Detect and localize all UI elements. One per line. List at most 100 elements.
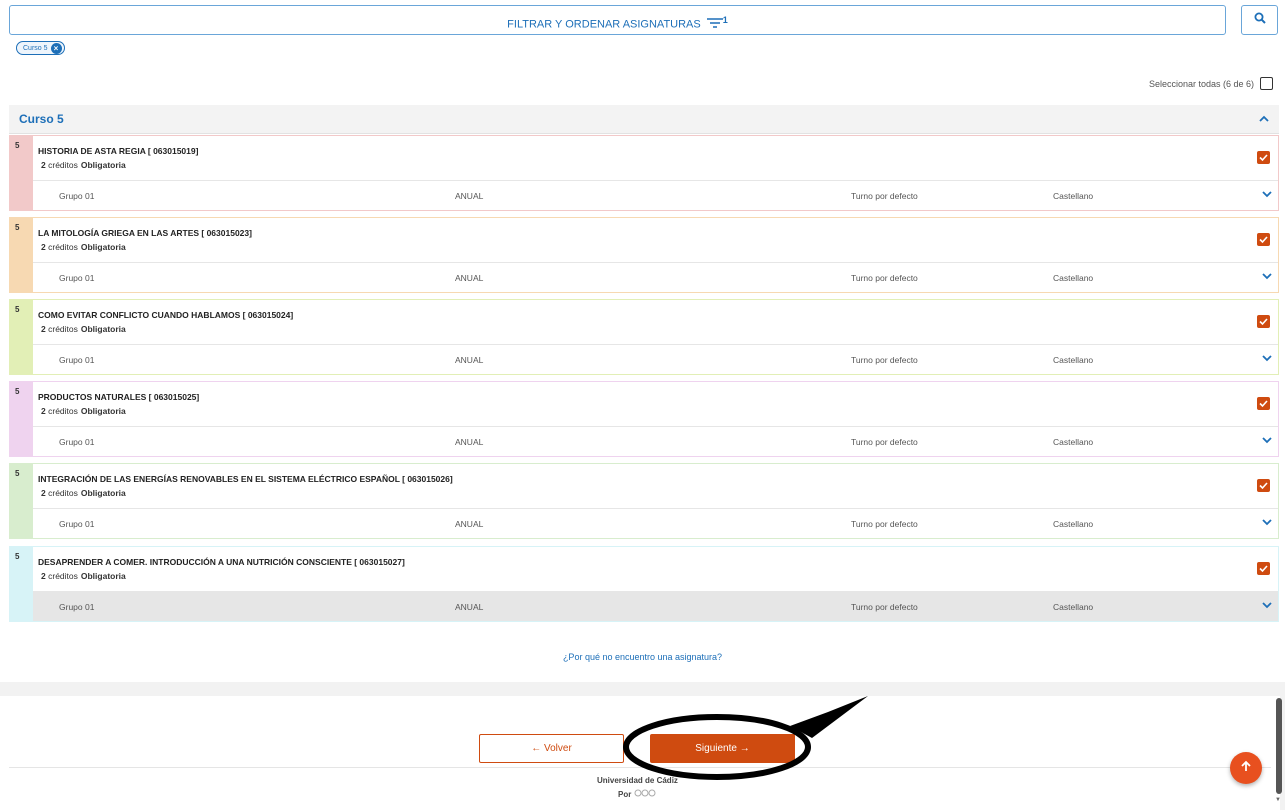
group-shift: Turno por defecto	[851, 437, 918, 447]
help-link[interactable]: ¿Por qué no encuentro una asignatura?	[0, 652, 1285, 662]
subject-type: Obligatoria	[80, 571, 126, 581]
select-all-label: Seleccionar todas (6 de 6)	[1148, 78, 1254, 89]
filter-sort-button[interactable]: FILTRAR Y ORDENAR ASIGNATURAS 1	[9, 5, 1226, 35]
group-period: ANUAL	[455, 191, 484, 201]
subject-checkbox[interactable]	[1257, 315, 1270, 328]
chevron-down-icon[interactable]	[1262, 272, 1272, 282]
group-name: Grupo 01	[59, 355, 95, 365]
group-shift: Turno por defecto	[851, 355, 918, 365]
subject-name: COMO EVITAR CONFLICTO CUANDO HABLAMOS [ …	[38, 310, 294, 320]
subject-checkbox[interactable]	[1257, 233, 1270, 246]
group-language: Castellano	[1053, 437, 1094, 447]
credits-value: 2	[41, 488, 46, 498]
group-language: Castellano	[1053, 519, 1094, 529]
chevron-up-icon[interactable]	[1259, 113, 1269, 125]
subject-card: 5 PRODUCTOS NATURALES [ 063015025] 2 cré…	[9, 381, 1279, 457]
group-name: Grupo 01	[59, 273, 95, 283]
footer-divider	[9, 767, 1271, 768]
subject-checkbox[interactable]	[1257, 562, 1270, 575]
group-name: Grupo 01	[59, 437, 95, 447]
group-period: ANUAL	[455, 519, 484, 529]
subject-type: Obligatoria	[80, 242, 126, 252]
subject-name: LA MITOLOGÍA GRIEGA EN LAS ARTES [ 06301…	[38, 228, 252, 238]
scroll-top-button[interactable]	[1230, 752, 1262, 784]
credits-value: 2	[41, 571, 46, 581]
subject-meta: 2 créditos Obligatoria	[38, 242, 126, 252]
scrollbar[interactable]	[1276, 698, 1282, 794]
chevron-down-icon[interactable]	[1262, 354, 1272, 364]
filter-lines-icon	[706, 11, 723, 39]
group-period: ANUAL	[455, 437, 484, 447]
course-number: 5	[15, 141, 20, 150]
subject-name: INTEGRACIÓN DE LAS ENERGÍAS RENOVABLES E…	[38, 474, 453, 484]
group-row[interactable]: Grupo 01 ANUAL Turno por defecto Castell…	[33, 426, 1278, 456]
group-row[interactable]: Grupo 01 ANUAL Turno por defecto Castell…	[33, 508, 1278, 538]
group-name: Grupo 01	[59, 602, 95, 612]
course-number: 5	[15, 469, 20, 478]
credits-value: 2	[41, 160, 46, 170]
group-row[interactable]: Grupo 01 ANUAL Turno por defecto Castell…	[33, 344, 1278, 374]
group-period: ANUAL	[455, 273, 484, 283]
subject-checkbox[interactable]	[1257, 479, 1270, 492]
credits-label: créditos	[48, 488, 78, 498]
footer-by-label: Por	[618, 790, 632, 799]
provider-logo	[634, 789, 656, 799]
footer-university: Universidad de Cádiz	[597, 776, 678, 785]
subject-name: PRODUCTOS NATURALES [ 063015025]	[38, 392, 200, 402]
group-shift: Turno por defecto	[851, 273, 918, 283]
footer-by: Por	[618, 789, 656, 799]
subject-checkbox[interactable]	[1257, 151, 1270, 164]
subject-type: Obligatoria	[80, 406, 126, 416]
group-row[interactable]: Grupo 01 ANUAL Turno por defecto Castell…	[33, 180, 1278, 210]
credits-label: créditos	[48, 406, 78, 416]
course-header[interactable]: Curso 5	[9, 105, 1279, 134]
filter-label: FILTRAR Y ORDENAR ASIGNATURAS	[507, 18, 701, 31]
chip-label: Curso 5	[23, 44, 48, 52]
chevron-down-icon[interactable]	[1262, 601, 1272, 611]
credits-value: 2	[41, 324, 46, 334]
group-shift: Turno por defecto	[851, 519, 918, 529]
group-language: Castellano	[1053, 273, 1094, 283]
subject-card: 5 INTEGRACIÓN DE LAS ENERGÍAS RENOVABLES…	[9, 463, 1279, 539]
select-all-checkbox[interactable]	[1260, 77, 1273, 90]
group-row[interactable]: Grupo 01 ANUAL Turno por defecto Castell…	[33, 591, 1278, 621]
search-button[interactable]	[1241, 5, 1278, 35]
credits-label: créditos	[48, 324, 78, 334]
subject-meta: 2 créditos Obligatoria	[38, 324, 126, 334]
subject-name: HISTORIA DE ASTA REGIA [ 063015019]	[38, 146, 199, 156]
group-row[interactable]: Grupo 01 ANUAL Turno por defecto Castell…	[33, 262, 1278, 292]
back-button[interactable]: ← Volver	[479, 734, 624, 763]
subject-name: DESAPRENDER A COMER. INTRODUCCIÓN A UNA …	[38, 557, 405, 567]
chevron-down-icon[interactable]	[1262, 518, 1272, 528]
group-name: Grupo 01	[59, 519, 95, 529]
subject-card: 5 LA MITOLOGÍA GRIEGA EN LAS ARTES [ 063…	[9, 217, 1279, 293]
credits-label: créditos	[48, 242, 78, 252]
subject-meta: 2 créditos Obligatoria	[38, 406, 126, 416]
group-language: Castellano	[1053, 191, 1094, 201]
credits-value: 2	[41, 242, 46, 252]
subject-meta: 2 créditos Obligatoria	[38, 488, 126, 498]
chevron-down-icon[interactable]	[1262, 436, 1272, 446]
course-number: 5	[15, 223, 20, 232]
subject-card: 5 DESAPRENDER A COMER. INTRODUCCIÓN A UN…	[9, 546, 1279, 622]
group-language: Castellano	[1053, 602, 1094, 612]
group-shift: Turno por defecto	[851, 191, 918, 201]
subject-checkbox[interactable]	[1257, 397, 1270, 410]
scroll-down-icon[interactable]: ▼	[1275, 797, 1281, 803]
group-period: ANUAL	[455, 602, 484, 612]
credits-value: 2	[41, 406, 46, 416]
subject-meta: 2 créditos Obligatoria	[38, 571, 126, 581]
subject-meta: 2 créditos Obligatoria	[38, 160, 126, 170]
subject-card: 5 COMO EVITAR CONFLICTO CUANDO HABLAMOS …	[9, 299, 1279, 375]
course-number: 5	[15, 305, 20, 314]
credits-label: créditos	[48, 571, 78, 581]
select-all[interactable]: Seleccionar todas (6 de 6)	[1149, 77, 1273, 90]
chevron-down-icon[interactable]	[1262, 190, 1272, 200]
course-number: 5	[15, 552, 20, 561]
group-language: Castellano	[1053, 355, 1094, 365]
subject-type: Obligatoria	[80, 160, 126, 170]
course-number: 5	[15, 387, 20, 396]
credits-label: créditos	[48, 160, 78, 170]
close-icon[interactable]: ×	[50, 42, 62, 54]
next-button[interactable]: Siguiente →	[650, 734, 795, 763]
